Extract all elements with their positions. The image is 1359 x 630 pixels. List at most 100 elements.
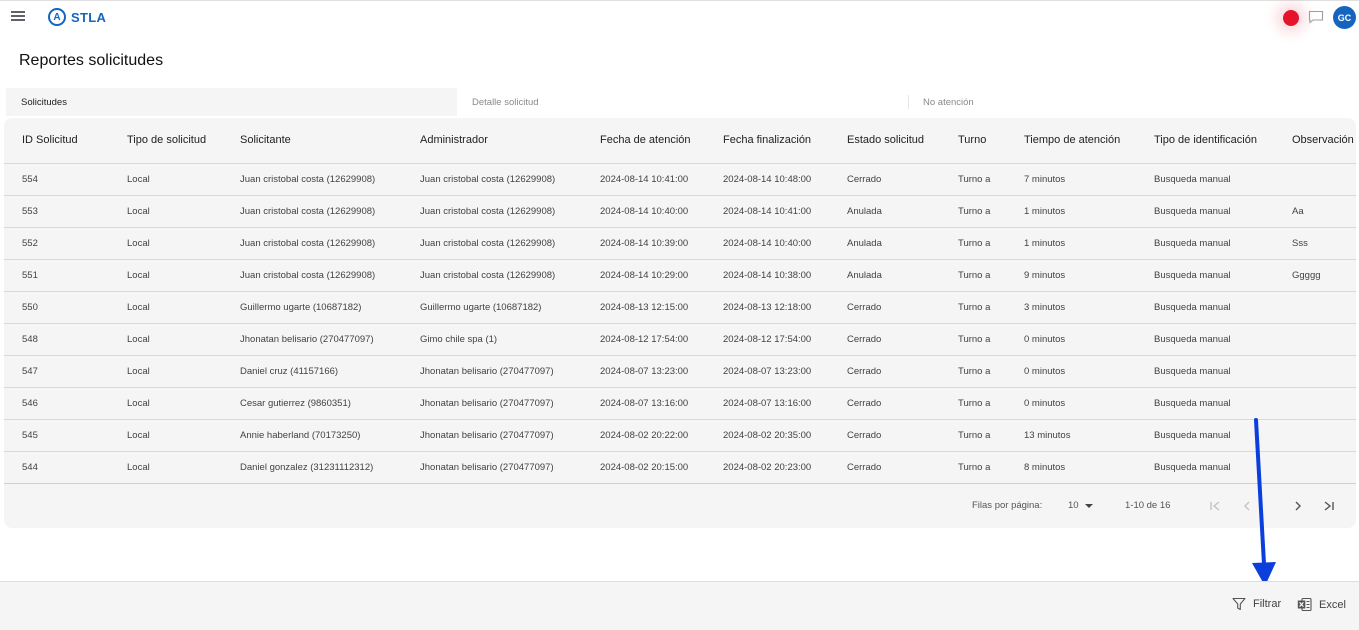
table-cell: Anulada: [829, 227, 940, 260]
table-cell: 546: [4, 387, 109, 420]
column-header-tiempo-atencion[interactable]: Tiempo de atención: [1006, 118, 1136, 164]
user-avatar[interactable]: GC: [1333, 6, 1356, 29]
table-cell: [1274, 163, 1356, 196]
table-cell: Turno a: [940, 451, 1006, 484]
table-cell: 2024-08-14 10:41:00: [582, 163, 705, 196]
table-cell: Juan cristobal costa (12629908): [222, 227, 402, 260]
next-page-icon[interactable]: [1291, 499, 1305, 513]
table-cell: 2024-08-07 13:23:00: [705, 355, 829, 388]
column-header-fecha-finalizacion[interactable]: Fecha finalización: [705, 118, 829, 164]
table-cell: Local: [109, 227, 222, 260]
table-cell: Guillermo ugarte (10687182): [402, 291, 582, 324]
table-cell: 554: [4, 163, 109, 196]
column-header-administrador[interactable]: Administrador: [402, 118, 582, 164]
table-cell: Guillermo ugarte (10687182): [222, 291, 402, 324]
column-header-observacion[interactable]: Observación: [1274, 118, 1356, 164]
table-cell: 2024-08-14 10:41:00: [705, 195, 829, 228]
pagination-range: 1-10 de 16: [1125, 500, 1171, 511]
app-root: A STLA GC Reportes solicitudes Solicitud…: [0, 0, 1359, 630]
table-row[interactable]: 553 Local Juan cristobal costa (12629908) J…: [4, 195, 1356, 228]
caret-down-icon: [1084, 503, 1093, 508]
last-page-icon[interactable]: [1322, 499, 1336, 513]
table-row[interactable]: 547 Local Daniel cruz (41157166) Jhonatan b…: [4, 355, 1356, 388]
table-cell: 0 minutos: [1006, 323, 1136, 356]
table-row[interactable]: 551 Local Juan cristobal costa (12629908) J…: [4, 259, 1356, 292]
rows-per-page-label: Filas por página:: [972, 500, 1043, 511]
logo-mark-icon: A: [48, 8, 66, 26]
table-cell: Busqueda manual: [1136, 291, 1274, 324]
column-header-solicitante[interactable]: Solicitante: [222, 118, 402, 164]
tab-detalle-solicitud[interactable]: Detalle solicitud: [457, 88, 908, 116]
table-cell: Local: [109, 419, 222, 452]
table-cell: Busqueda manual: [1136, 355, 1274, 388]
column-header-estado[interactable]: Estado solicitud: [829, 118, 940, 164]
page-title: Reportes solicitudes: [19, 52, 164, 69]
table-cell: Sss: [1274, 227, 1356, 260]
table-row[interactable]: 546 Local Cesar gutierrez (9860351) Jhonata…: [4, 387, 1356, 420]
table-cell: Jhonatan belisario (270477097): [402, 387, 582, 420]
chat-icon[interactable]: [1308, 10, 1324, 24]
tab-solicitudes[interactable]: Solicitudes: [6, 88, 457, 116]
table-cell: 2024-08-13 12:15:00: [582, 291, 705, 324]
table-row[interactable]: 550 Local Guillermo ugarte (10687182) Guill…: [4, 291, 1356, 324]
column-header-turno[interactable]: Turno: [940, 118, 1006, 164]
table-cell: Turno a: [940, 419, 1006, 452]
table-cell: 2024-08-14 10:38:00: [705, 259, 829, 292]
table-row[interactable]: 554 Local Juan cristobal costa (12629908) J…: [4, 163, 1356, 196]
table-cell: Cerrado: [829, 451, 940, 484]
table-row[interactable]: 545 Local Annie haberland (70173250) Jhonat…: [4, 419, 1356, 452]
footer-toolbar: Filtrar Excel: [0, 581, 1359, 630]
table-cell: Anulada: [829, 259, 940, 292]
table-cell: Annie haberland (70173250): [222, 419, 402, 452]
table-cell: 548: [4, 323, 109, 356]
column-header-fecha-atencion[interactable]: Fecha de atención: [582, 118, 705, 164]
column-header-id[interactable]: ID Solicitud: [4, 118, 109, 164]
table-cell: 547: [4, 355, 109, 388]
excel-label: Excel: [1319, 598, 1346, 611]
rows-per-page-select[interactable]: 10: [1068, 500, 1093, 511]
recording-indicator-icon[interactable]: [1283, 10, 1299, 26]
table-cell: 2024-08-07 13:23:00: [582, 355, 705, 388]
table-cell: Juan cristobal costa (12629908): [402, 227, 582, 260]
table-row[interactable]: 548 Local Jhonatan belisario (270477097) Gi…: [4, 323, 1356, 356]
table-row[interactable]: 544 Local Daniel gonzalez (31231112312) Jho…: [4, 451, 1356, 484]
table-cell: Gimo chile spa (1): [402, 323, 582, 356]
first-page-icon[interactable]: [1208, 499, 1222, 513]
filter-button[interactable]: Filtrar: [1232, 597, 1281, 611]
report-tabs: Solicitudes Detalle solicitud No atenció…: [6, 88, 1355, 116]
table-cell: Local: [109, 259, 222, 292]
requests-table: ID Solicitud Tipo de solicitud Solicitan…: [4, 118, 1356, 484]
table-cell: 2024-08-14 10:29:00: [582, 259, 705, 292]
table-cell: Juan cristobal costa (12629908): [402, 259, 582, 292]
table-cell: 2024-08-07 13:16:00: [705, 387, 829, 420]
table-cell: Busqueda manual: [1136, 163, 1274, 196]
table-cell: [1274, 419, 1356, 452]
tab-no-atencion[interactable]: No atención: [908, 95, 974, 109]
column-header-tipo-identificacion[interactable]: Tipo de identificación: [1136, 118, 1274, 164]
table-cell: 1 minutos: [1006, 195, 1136, 228]
table-cell: Turno a: [940, 355, 1006, 388]
pagination: Filas por página: 10 1-10 de 16: [4, 495, 1356, 517]
table-cell: Turno a: [940, 259, 1006, 292]
table-cell: Local: [109, 355, 222, 388]
excel-export-button[interactable]: Excel: [1297, 597, 1346, 612]
table-cell: 2024-08-12 17:54:00: [582, 323, 705, 356]
table-cell: 2024-08-02 20:22:00: [582, 419, 705, 452]
table-cell: 1 minutos: [1006, 227, 1136, 260]
table-cell: Ggggg: [1274, 259, 1356, 292]
table-cell: Busqueda manual: [1136, 323, 1274, 356]
table-cell: 545: [4, 419, 109, 452]
table-cell: Turno a: [940, 291, 1006, 324]
brand-logo[interactable]: A STLA: [48, 8, 106, 26]
table-row[interactable]: 552 Local Juan cristobal costa (12629908) J…: [4, 227, 1356, 260]
table-cell: 2024-08-14 10:48:00: [705, 163, 829, 196]
table-cell: 551: [4, 259, 109, 292]
column-header-tipo-solicitud[interactable]: Tipo de solicitud: [109, 118, 222, 164]
table-cell: [1274, 451, 1356, 484]
table-cell: 2024-08-13 12:18:00: [705, 291, 829, 324]
table-cell: Jhonatan belisario (270477097): [402, 419, 582, 452]
table-cell: Cerrado: [829, 419, 940, 452]
table-cell: [1274, 323, 1356, 356]
hamburger-menu-icon[interactable]: [11, 11, 25, 23]
table-cell: [1274, 355, 1356, 388]
